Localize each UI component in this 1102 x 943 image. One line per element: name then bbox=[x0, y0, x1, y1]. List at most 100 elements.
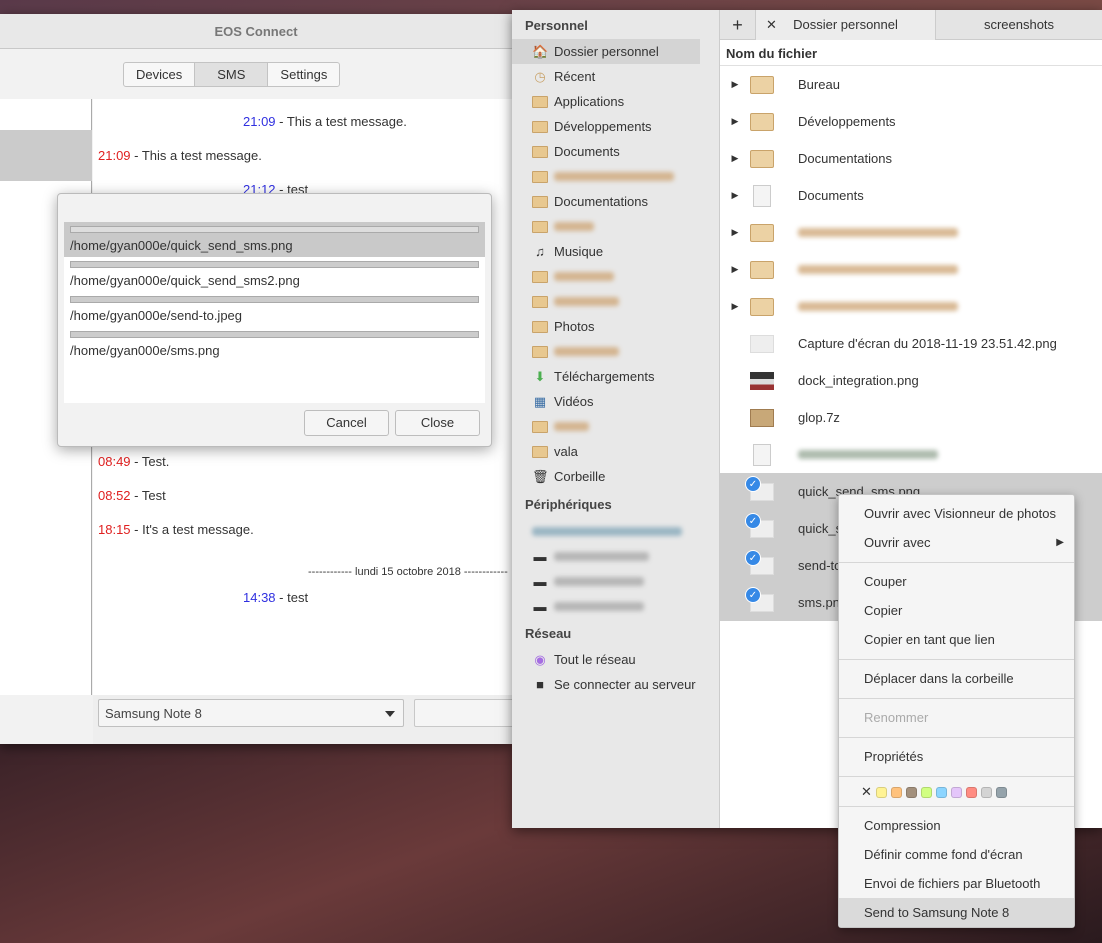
sidebar-item-label: Dossier personnel bbox=[554, 44, 659, 59]
color-tag-swatch[interactable] bbox=[995, 787, 1007, 799]
sidebar-item-documents[interactable]: Documents bbox=[532, 139, 720, 164]
menu-set-wallpaper[interactable]: Définir comme fond d'écran bbox=[839, 840, 1074, 869]
sidebar-item-recent[interactable]: ◷ Récent bbox=[532, 64, 720, 89]
file-name: dock_integration.png bbox=[798, 373, 919, 388]
sidebar-item-blurred[interactable] bbox=[532, 414, 720, 439]
color-tag-swatch[interactable] bbox=[920, 787, 932, 799]
menu-properties[interactable]: Propriétés bbox=[839, 742, 1074, 771]
file-row[interactable]: ▶ Développements bbox=[720, 103, 1102, 140]
sidebar-item-blurred[interactable] bbox=[532, 339, 720, 364]
file-row[interactable]: ▶ bbox=[720, 288, 1102, 325]
sidebar-item-blurred[interactable] bbox=[532, 214, 720, 239]
file-icon bbox=[750, 371, 774, 390]
color-tag-swatch[interactable] bbox=[890, 787, 902, 799]
expander-icon[interactable]: ▶ bbox=[720, 190, 744, 201]
sidebar-device-blurred[interactable]: ▬ bbox=[532, 594, 720, 619]
sidebar-item-documentations[interactable]: Documentations bbox=[532, 189, 720, 214]
menu-open-with[interactable]: Ouvrir avec ▶ bbox=[839, 528, 1074, 557]
color-tag-swatch[interactable] bbox=[980, 787, 992, 799]
window-title: EOS Connect bbox=[0, 14, 512, 49]
sidebar-item-connect-server[interactable]: ■ Se connecter au serveur bbox=[532, 672, 720, 697]
sidebar-item-network[interactable]: ◉ Tout le réseau bbox=[532, 647, 720, 672]
file-row[interactable]: glop.7z bbox=[720, 399, 1102, 436]
tab-settings[interactable]: Settings bbox=[268, 63, 339, 86]
menu-compress[interactable]: Compression bbox=[839, 811, 1074, 840]
message-input[interactable] bbox=[414, 699, 524, 727]
sidebar-item-videos[interactable]: ▦ Vidéos bbox=[532, 389, 720, 414]
menu-send-bluetooth[interactable]: Envoi de fichiers par Bluetooth bbox=[839, 869, 1074, 898]
folder-icon bbox=[750, 149, 774, 168]
transfer-item[interactable]: /home/gyan000e/quick_send_sms.png bbox=[64, 222, 485, 257]
sidebar-item-trash[interactable]: 🗑 Corbeille bbox=[532, 464, 720, 489]
expander-icon[interactable]: ▶ bbox=[720, 264, 744, 275]
sidebar-item-developpements[interactable]: Développements bbox=[532, 114, 720, 139]
tab-devices[interactable]: Devices bbox=[124, 63, 196, 86]
sidebar-item-home[interactable]: 🏠 Dossier personnel bbox=[512, 39, 700, 64]
color-tag-swatch[interactable] bbox=[875, 787, 887, 799]
check-icon[interactable]: ✓ bbox=[745, 586, 761, 603]
file-row[interactable]: dock_integration.png bbox=[720, 362, 1102, 399]
check-icon[interactable]: ✓ bbox=[745, 475, 761, 492]
clear-tag-icon[interactable]: ✕ bbox=[861, 784, 872, 799]
sidebar-item-label: Photos bbox=[554, 319, 595, 334]
sidebar-item-blurred[interactable] bbox=[532, 289, 720, 314]
expander-icon[interactable]: ▶ bbox=[720, 153, 744, 164]
file-row[interactable]: ▶ Documents bbox=[720, 177, 1102, 214]
expander-icon[interactable]: ▶ bbox=[720, 227, 744, 238]
file-row[interactable]: Capture d'écran du 2018-11-19 23.51.42.p… bbox=[720, 325, 1102, 362]
sidebar-item-label: Vidéos bbox=[554, 394, 594, 409]
cancel-button[interactable]: Cancel bbox=[304, 410, 389, 436]
menu-open-with-photos[interactable]: Ouvrir avec Visionneur de photos bbox=[839, 499, 1074, 528]
transfer-item[interactable]: /home/gyan000e/sms.png bbox=[64, 327, 485, 362]
close-button[interactable]: Close bbox=[395, 410, 480, 436]
check-icon[interactable]: ✓ bbox=[745, 549, 761, 566]
file-icon: ✓ bbox=[745, 549, 774, 575]
sidebar-item-music[interactable]: ♫ Musique bbox=[532, 239, 720, 264]
menu-send-to-device[interactable]: Send to Samsung Note 8 bbox=[839, 898, 1074, 927]
color-tag-swatch[interactable] bbox=[905, 787, 917, 799]
file-row[interactable]: ▶ bbox=[720, 251, 1102, 288]
transfer-item[interactable]: /home/gyan000e/quick_send_sms2.png bbox=[64, 257, 485, 292]
sidebar-item-label: Tout le réseau bbox=[554, 652, 636, 667]
menu-copy[interactable]: Copier bbox=[839, 596, 1074, 625]
file-row[interactable]: ▶ Documentations bbox=[720, 140, 1102, 177]
menu-copy-as-link[interactable]: Copier en tant que lien bbox=[839, 625, 1074, 654]
folder-icon bbox=[532, 195, 548, 208]
menu-cut[interactable]: Couper bbox=[839, 567, 1074, 596]
sidebar-device-blurred[interactable]: ▬ bbox=[532, 569, 720, 594]
expander-icon[interactable]: ▶ bbox=[720, 301, 744, 312]
sidebar-item-blurred[interactable] bbox=[532, 264, 720, 289]
sidebar-item-vala[interactable]: vala bbox=[532, 439, 720, 464]
sidebar-item-applications[interactable]: Applications bbox=[532, 89, 720, 114]
close-icon[interactable]: ✕ bbox=[766, 10, 777, 40]
sidebar-item-photos[interactable]: Photos bbox=[532, 314, 720, 339]
expander-icon[interactable]: ▶ bbox=[720, 116, 744, 127]
color-tag-swatch[interactable] bbox=[935, 787, 947, 799]
blurred-label bbox=[554, 347, 619, 356]
conversation-item-selected[interactable] bbox=[0, 130, 92, 181]
color-tag-swatch[interactable] bbox=[950, 787, 962, 799]
sidebar-device-blurred[interactable]: ▬ bbox=[532, 544, 720, 569]
tab-home[interactable]: ✕ Dossier personnel bbox=[756, 10, 936, 40]
transfer-item[interactable]: /home/gyan000e/send-to.jpeg bbox=[64, 292, 485, 327]
blurred-label bbox=[554, 577, 644, 586]
folder-icon bbox=[532, 270, 548, 283]
drive-icon: ▬ bbox=[533, 549, 547, 564]
file-row[interactable] bbox=[720, 436, 1102, 473]
folder-icon bbox=[532, 145, 548, 158]
device-select[interactable]: Samsung Note 8 bbox=[98, 699, 404, 727]
file-row[interactable]: ▶ bbox=[720, 214, 1102, 251]
menu-move-to-trash[interactable]: Déplacer dans la corbeille bbox=[839, 664, 1074, 693]
column-header-filename[interactable]: Nom du fichier bbox=[720, 40, 1102, 66]
new-tab-button[interactable]: + bbox=[720, 10, 756, 40]
tab-sms[interactable]: SMS bbox=[195, 63, 269, 86]
sidebar-item-downloads[interactable]: ⬇ Téléchargements bbox=[532, 364, 720, 389]
sidebar-item-blurred[interactable] bbox=[532, 164, 720, 189]
color-tag-swatch[interactable] bbox=[965, 787, 977, 799]
sidebar-item-label: Téléchargements bbox=[554, 369, 655, 384]
expander-icon[interactable]: ▶ bbox=[720, 79, 744, 90]
sidebar-device-blurred[interactable] bbox=[532, 519, 720, 544]
file-row[interactable]: ▶ Bureau bbox=[720, 66, 1102, 103]
tab-screenshots[interactable]: screenshots bbox=[936, 10, 1102, 40]
check-icon[interactable]: ✓ bbox=[745, 512, 761, 529]
